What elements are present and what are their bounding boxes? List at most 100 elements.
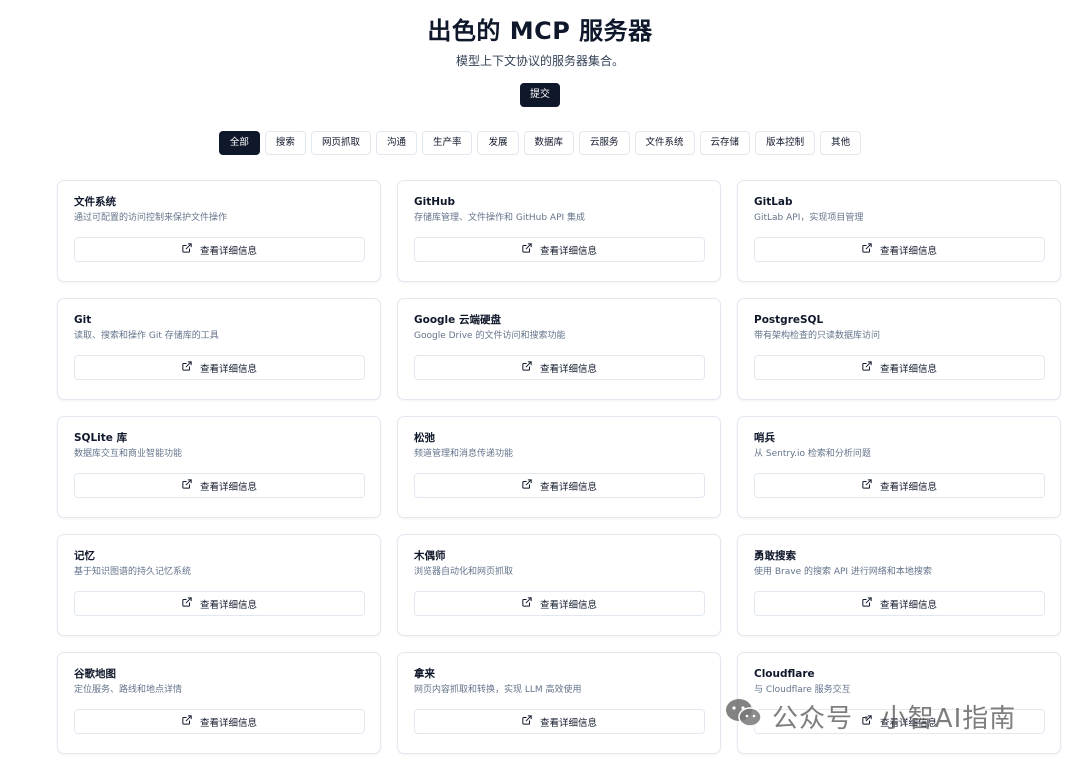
server-card: 哨兵从 Sentry.io 检索和分析问题查看详细信息 — [737, 416, 1061, 518]
submit-button[interactable]: 提交 — [520, 83, 560, 107]
view-details-button[interactable]: 查看详细信息 — [414, 355, 705, 380]
card-title: 谷歌地图 — [74, 668, 116, 680]
filter-tab[interactable]: 搜索 — [264, 131, 306, 155]
card-description: 数据库交互和商业智能功能 — [74, 449, 183, 459]
external-link-icon — [862, 479, 872, 492]
view-details-label: 查看详细信息 — [199, 717, 257, 729]
external-link-icon — [182, 715, 192, 728]
card-description: 与 Cloudflare 服务交互 — [754, 685, 851, 695]
server-card: 木偶师浏览器自动化和网页抓取查看详细信息 — [397, 534, 721, 636]
view-details-button[interactable]: 查看详细信息 — [754, 591, 1045, 616]
card-description: 带有架构检查的只读数据库访问 — [754, 331, 881, 341]
view-details-label: 查看详细信息 — [199, 481, 257, 493]
filter-tab[interactable]: 数据库 — [523, 131, 575, 155]
card-description: 网页内容抓取和转换，实现 LLM 高效使用 — [414, 685, 582, 695]
view-details-button[interactable]: 查看详细信息 — [74, 709, 365, 734]
page-header: 出色的 MCP 服务器 模型上下文协议的服务器集合。 提交 — [0, 0, 1080, 107]
external-link-icon — [522, 479, 532, 492]
view-details-label: 查看详细信息 — [539, 245, 597, 257]
external-link-icon — [522, 243, 532, 256]
filter-tab[interactable]: 云服务 — [579, 131, 630, 155]
view-details-button[interactable]: 查看详细信息 — [754, 355, 1045, 380]
card-title: Cloudflare — [754, 668, 815, 680]
card-title: 拿来 — [414, 668, 435, 680]
filter-tab[interactable]: 全部 — [218, 131, 260, 155]
server-card-grid: 文件系统 通过可配置的访问控制来保护文件操作 查看详细信息 GitHub 存储库管理、文… — [57, 180, 1061, 754]
view-details-button[interactable]: 查看详细信息 — [414, 237, 705, 262]
filter-tab[interactable]: 发展 — [477, 131, 519, 155]
view-details-button[interactable]: 查看详细信息 — [74, 473, 365, 498]
view-details-button[interactable]: 查看详细信息 — [414, 591, 705, 616]
filter-tab[interactable]: 生产率 — [421, 131, 473, 155]
view-details-button[interactable]: 查看详细信息 — [414, 473, 705, 498]
card-title: Google 云端硬盘 — [414, 314, 501, 326]
card-description: 浏览器自动化和网页抓取 — [414, 567, 514, 577]
card-description: 使用 Brave 的搜索 API 进行网络和本地搜索 — [754, 567, 932, 577]
server-card: 勇敢搜索使用 Brave 的搜索 API 进行网络和本地搜索查看详细信息 — [737, 534, 1061, 636]
server-card: GitLab GitLab API，实现项目管理查看详细信息 — [737, 180, 1061, 282]
view-details-button[interactable]: 查看详细信息 — [74, 355, 365, 380]
view-details-label: 查看详细信息 — [539, 481, 597, 493]
view-details-label: 查看详细信息 — [539, 717, 597, 729]
server-card: SQLite 库数据库交互和商业智能功能查看详细信息 — [57, 416, 381, 518]
external-link-icon — [182, 243, 192, 256]
external-link-icon — [182, 597, 192, 610]
server-card: 文件系统 通过可配置的访问控制来保护文件操作 查看详细信息 — [57, 180, 381, 282]
view-details-button[interactable]: 查看详细信息 — [754, 473, 1045, 498]
filter-tab[interactable]: 沟通 — [375, 131, 417, 155]
card-description: 存储库管理、文件操作和 GitHub API 集成 — [414, 213, 586, 223]
server-card: Google 云端硬盘 Google Drive 的文件访问和搜索功能查看详细信息 — [397, 298, 721, 400]
watermark: 公众号 · 小智AI指南 — [724, 697, 1016, 736]
card-title: 哨兵 — [754, 432, 775, 444]
page-title: 出色的 MCP 服务器 — [427, 17, 653, 45]
view-details-label: 查看详细信息 — [879, 363, 937, 375]
card-title: GitLab — [754, 196, 793, 208]
card-title: 松弛 — [414, 432, 435, 444]
view-details-label: 查看详细信息 — [879, 245, 937, 257]
card-title: 勇敢搜索 — [754, 550, 796, 562]
server-card: 松弛频道管理和消息传递功能查看详细信息 — [397, 416, 721, 518]
card-description: 通过可配置的访问控制来保护文件操作 — [74, 213, 228, 223]
view-details-label: 查看详细信息 — [879, 481, 937, 493]
server-card: 谷歌地图定位服务、路线和地点详情查看详细信息 — [57, 652, 381, 754]
external-link-icon — [862, 597, 872, 610]
watermark-text: 公众号 · 小智AI指南 — [772, 704, 1017, 734]
card-title: Git — [74, 314, 92, 326]
filter-tab[interactable]: 其他 — [820, 131, 862, 155]
view-details-button[interactable]: 查看详细信息 — [414, 709, 705, 734]
card-title: 木偶师 — [414, 550, 446, 562]
filter-tab[interactable]: 网页抓取 — [310, 131, 371, 155]
card-description: 频道管理和消息传递功能 — [414, 449, 514, 459]
card-description: 从 Sentry.io 检索和分析问题 — [754, 449, 871, 459]
server-card: 记忆基于知识图谱的持久记忆系统查看详细信息 — [57, 534, 381, 636]
server-card: GitHub 存储库管理、文件操作和 GitHub API 集成 查看详细信息 — [397, 180, 721, 282]
external-link-icon — [522, 715, 532, 728]
card-description: 定位服务、路线和地点详情 — [74, 685, 183, 695]
view-details-button[interactable]: 查看详细信息 — [754, 237, 1045, 262]
wechat-icon — [724, 697, 764, 736]
card-title: 记忆 — [74, 550, 95, 562]
card-description: GitLab API，实现项目管理 — [754, 213, 864, 223]
view-details-label: 查看详细信息 — [199, 363, 257, 375]
view-details-label: 查看详细信息 — [199, 599, 257, 611]
external-link-icon — [522, 597, 532, 610]
card-title: PostgreSQL — [754, 314, 824, 326]
filter-tab[interactable]: 文件系统 — [634, 131, 695, 155]
server-card: Git 读取、搜索和操作 Git 存储库的工具查看详细信息 — [57, 298, 381, 400]
server-card: 拿来网页内容抓取和转换，实现 LLM 高效使用查看详细信息 — [397, 652, 721, 754]
view-details-button[interactable]: 查看详细信息 — [74, 591, 365, 616]
view-details-label: 查看详细信息 — [539, 599, 597, 611]
card-description: 基于知识图谱的持久记忆系统 — [74, 567, 192, 577]
card-description: 读取、搜索和操作 Git 存储库的工具 — [74, 331, 219, 341]
external-link-icon — [182, 361, 192, 374]
external-link-icon — [182, 479, 192, 492]
filter-tab[interactable]: 版本控制 — [755, 131, 816, 155]
category-filter-bar: 全部 搜索 网页抓取 沟通 生产率 发展 数据库 云服务 文件系统 云存储 版本控制 其他 — [0, 131, 1080, 155]
external-link-icon — [862, 361, 872, 374]
card-title: SQLite 库 — [74, 432, 128, 444]
filter-tab[interactable]: 云存储 — [699, 131, 751, 155]
view-details-label: 查看详细信息 — [199, 245, 257, 257]
card-description: Google Drive 的文件访问和搜索功能 — [414, 331, 566, 341]
server-card: PostgreSQL 带有架构检查的只读数据库访问查看详细信息 — [737, 298, 1061, 400]
view-details-button[interactable]: 查看详细信息 — [74, 237, 365, 262]
